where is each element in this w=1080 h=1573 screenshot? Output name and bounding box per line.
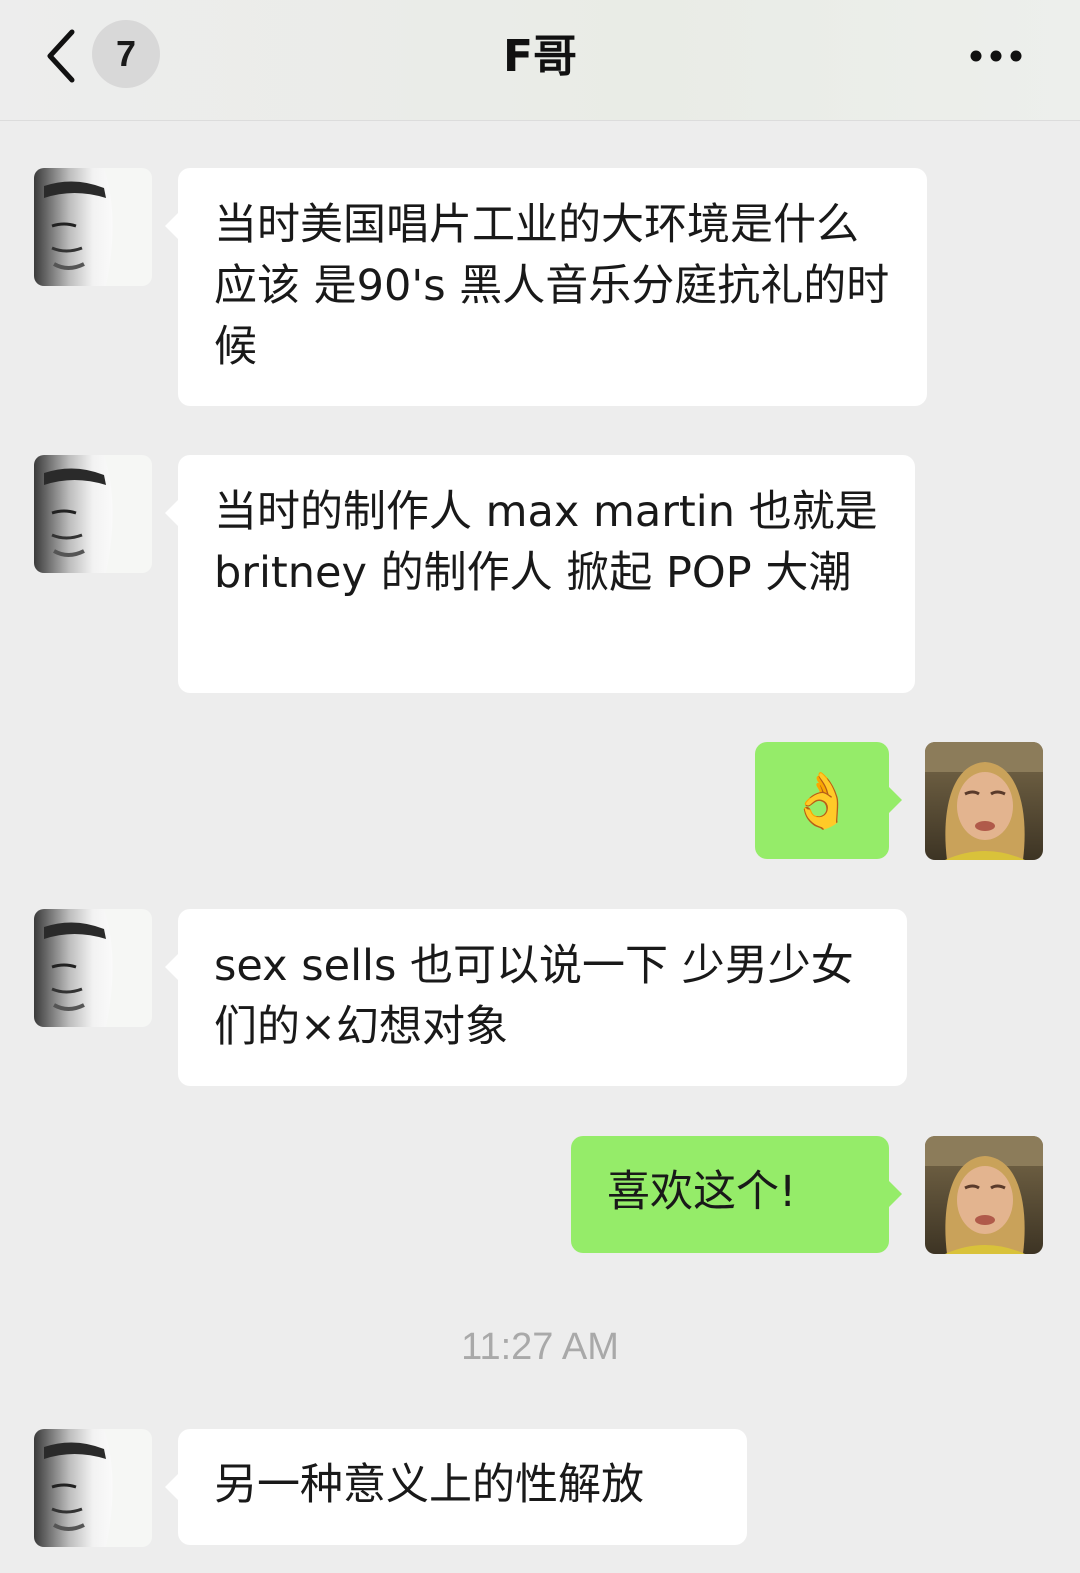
- back-arrow-icon[interactable]: [40, 26, 90, 86]
- message-timestamp: 11:27 AM: [461, 1326, 619, 1368]
- user-avatar[interactable]: [925, 1136, 1043, 1254]
- chat-title: F哥: [502, 31, 578, 82]
- more-options-icon[interactable]: [964, 38, 1028, 74]
- unread-count-badge[interactable]: 7: [92, 20, 160, 88]
- contact-avatar[interactable]: [34, 455, 152, 573]
- message-bubble-received[interactable]: 另一种意义上的性解放: [165, 1429, 747, 1545]
- message-bubble-received[interactable]: 当时美国唱片工业的大环境是什么 应该 是90's 黑人音乐分庭抗礼的时候: [165, 168, 927, 406]
- message-bubble-sent[interactable]: 👌: [755, 742, 902, 859]
- user-avatar[interactable]: [925, 742, 1043, 860]
- ok-hand-emoji: 👌: [788, 768, 856, 832]
- contact-avatar[interactable]: [34, 168, 152, 286]
- contact-avatar[interactable]: [34, 1429, 152, 1547]
- contact-avatar[interactable]: [34, 909, 152, 1027]
- message-bubble-sent[interactable]: 喜欢这个!: [571, 1136, 902, 1253]
- message-bubble-received[interactable]: sex sells 也可以说一下 少男少女们的×幻想对象: [165, 909, 907, 1086]
- chat-header: 7 F哥: [0, 0, 1080, 121]
- message-bubble-received[interactable]: 当时的制作人 max martin 也就是 britney 的制作人 掀起 PO…: [165, 455, 915, 693]
